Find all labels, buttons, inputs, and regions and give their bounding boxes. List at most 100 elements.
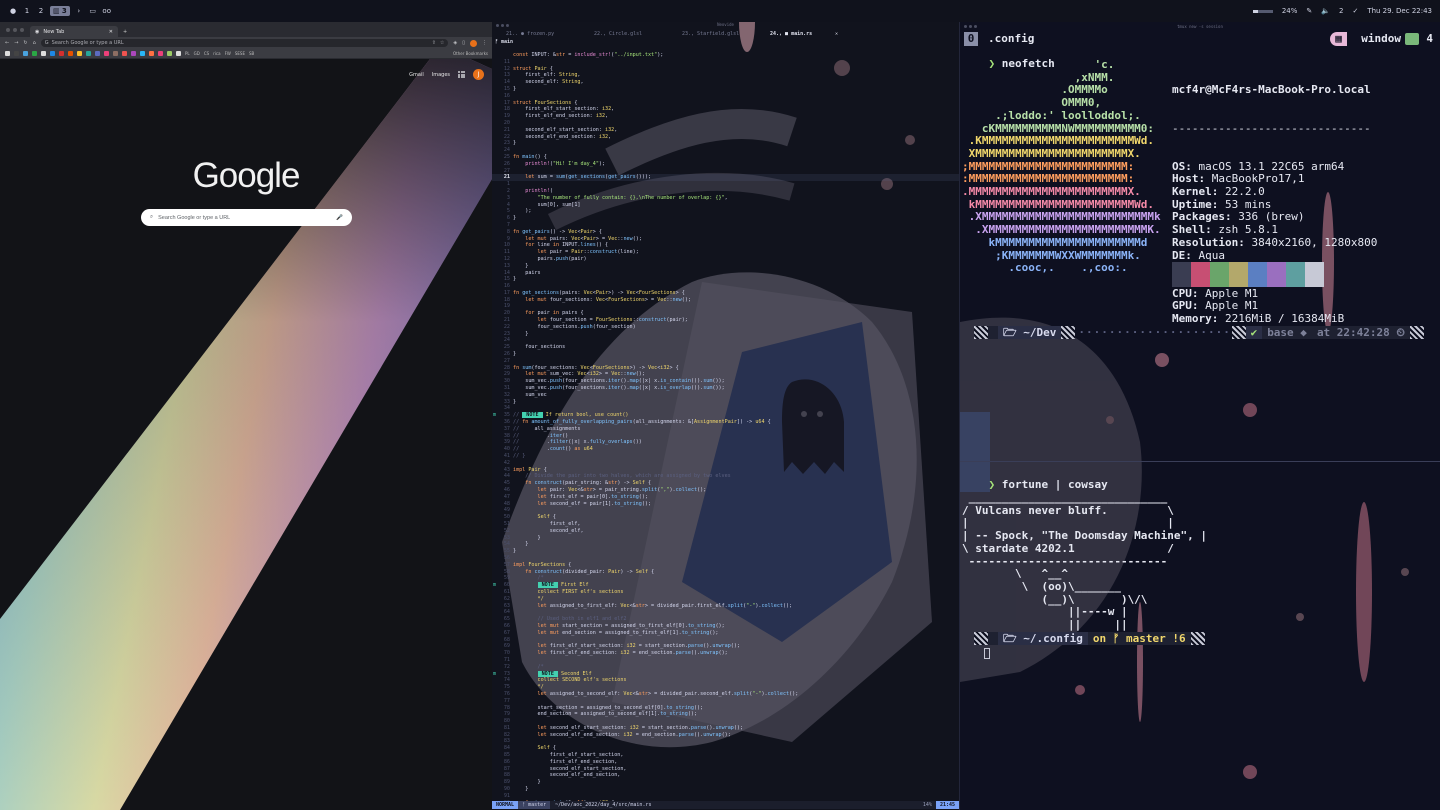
gmail-link[interactable]: Gmail [409,72,424,78]
bookmark-icon[interactable] [32,51,37,56]
code-line[interactable]: 49 [492,507,959,514]
code-line[interactable]: 22 second_elf_end_section: i32, [492,134,959,141]
code-line[interactable]: 71 [492,657,959,664]
code-line[interactable]: 91 [492,793,959,800]
code-line[interactable]: 73 m NOTE Second Elf [492,670,959,678]
code-line[interactable]: 56 [492,555,959,562]
code-line[interactable]: 34 [492,405,959,412]
code-line[interactable]: 85 first_elf_start_section, [492,752,959,759]
code-line[interactable]: 14 pairs [492,270,959,277]
code-line[interactable]: 30 sum_vec.push(four_sections.iter().map… [492,378,959,385]
bookmark-icon[interactable] [23,51,28,56]
code-line[interactable]: 5 ); [492,208,959,215]
code-line[interactable]: 33} [492,399,959,406]
bookmark-icon[interactable] [86,51,91,56]
code-line[interactable]: 23} [492,140,959,147]
bookmark-gd[interactable]: GD [194,51,200,56]
code-line[interactable]: 26 println!("Hi! I'm day_4"); [492,161,959,168]
bookmark-icon[interactable] [68,51,73,56]
code-line[interactable]: 74 collect SECOND elf's sections [492,677,959,684]
code-line[interactable]: 24 [492,147,959,154]
code-line[interactable]: 23 } [492,331,959,338]
code-line[interactable]: 12 struct Pair { [492,66,959,73]
code-line[interactable]: 65 // Used both in elf1 and elf2 [492,616,959,623]
profile-avatar[interactable] [470,39,477,47]
bookmark-icon[interactable] [113,51,118,56]
code-line[interactable]: 27 [492,168,959,175]
code-line[interactable]: 72 /* [492,664,959,671]
code-line[interactable]: 21 second_elf_start_section: i32, [492,127,959,134]
zoom-window-button[interactable] [506,24,509,27]
reload-icon[interactable]: ↻ [23,40,27,46]
menu-icon[interactable]: ⋮ [482,40,487,46]
bookmark-icon[interactable] [14,51,19,56]
code-line[interactable]: 79 end_section = assigned_to_second_elf[… [492,711,959,718]
microphone-icon[interactable]: 🎤 [336,215,343,221]
bookmark-icon[interactable] [131,51,136,56]
code-line[interactable]: 25 fn main() { [492,154,959,161]
code-line[interactable]: 31 sum_vec.push(four_sections.iter().map… [492,385,959,392]
minimize-window-button[interactable] [13,28,17,32]
bookmark-icon[interactable] [176,51,181,56]
bookmark-icon[interactable] [5,51,10,56]
editor-tab-starfield[interactable]: 23., Starfield.glsl [668,30,756,39]
minimize-window-button[interactable] [501,24,504,27]
code-line[interactable]: 1 [492,181,959,188]
tmux-window-index[interactable]: 0 [964,32,978,46]
code-line[interactable]: 84 Self { [492,745,959,752]
extension-icon[interactable]: ◈ [453,40,457,46]
code-line[interactable]: 32 sum_vec [492,392,959,399]
code-line[interactable]: 15} [492,86,959,93]
new-tab-button[interactable]: + [118,29,127,37]
code-line[interactable]: 11 [492,59,959,66]
code-line[interactable]: 19 [492,303,959,310]
code-line[interactable]: 52 second_elf, [492,528,959,535]
close-window-button[interactable] [964,25,967,28]
bookmark-sb[interactable]: SB [249,51,254,56]
code-line[interactable]: 75 */ [492,684,959,691]
code-line[interactable]: 42 [492,460,959,467]
pen-icon[interactable]: ✎ [1306,7,1312,15]
code-line[interactable]: 17 struct FourSections { [492,100,959,107]
code-line[interactable]: 58 fn construct(divided_pair: Pair) -> S… [492,569,959,576]
code-line[interactable]: 51 first_elf, [492,521,959,528]
code-line[interactable]: 69 let first_elf_start_section: i32 = st… [492,643,959,650]
code-line[interactable]: 12 pairs.push(pair) [492,256,959,263]
code-line[interactable]: 37// all_assignments [492,426,959,433]
bookmark-icon[interactable] [167,51,172,56]
code-line[interactable]: 48 let second_elf = pair[1].to_string(); [492,501,959,508]
code-line[interactable]: 20 [492,120,959,127]
code-line[interactable]: 39// .filter(|x| x.fully_overlaps()) [492,439,959,446]
code-line[interactable]: 26} [492,351,959,358]
apps-grid-icon[interactable] [458,71,465,78]
code-line[interactable]: 4 sum[0], sum[1] [492,202,959,209]
code-line[interactable]: 22 four_sections.push(four_section) [492,324,959,331]
code-line[interactable]: 66 let mut start_section = assigned_to_f… [492,623,959,630]
bookmark-rica[interactable]: rica [213,51,220,56]
home-icon[interactable]: ⌂ [33,40,36,46]
browser-tab[interactable]: ◉ New Tab ✕ [30,26,118,37]
code-line[interactable]: 11 let pair = Pair::construct(line); [492,249,959,256]
code-line[interactable]: 16 [492,93,959,100]
code-line[interactable]: 21 let four_section = FourSections::cons… [492,317,959,324]
code-line[interactable]: 28 fn sum(four_sections: Vec<FourSections… [492,365,959,372]
code-line[interactable]: 35 m // NOTE If return bool, use count() [492,412,959,419]
bookmark-icon[interactable] [140,51,145,56]
code-line[interactable]: 60 m NOTE First Elf [492,582,959,589]
code-line[interactable]: 81 let second_elf_start_section: i32 = s… [492,725,959,732]
forward-icon[interactable]: → [14,40,18,46]
editor-tab-circle[interactable]: 22., Circle.glsl [580,30,668,39]
volume-icon[interactable]: 🔈 [1321,7,1330,15]
tmux-pane-divider[interactable] [960,461,1440,462]
bookmark-icon[interactable] [77,51,82,56]
code-line[interactable]: 17 fn get_sections(pairs: Vec<Pair>) -> V… [492,290,959,297]
code-line[interactable]: 40// .count() as u64 [492,446,959,453]
code-line[interactable]: 19 first_elf_end_section: i32, [492,113,959,120]
code-line[interactable]: 61 collect FIRST elf's sections [492,589,959,596]
code-line[interactable]: 18 let mut four_sections: Vec<FourSectio… [492,297,959,304]
code-line[interactable]: 6} [492,215,959,222]
workspace-1[interactable]: 1 [22,6,32,16]
code-line[interactable]: 41// } [492,453,959,460]
star-icon[interactable]: ☆ [440,40,444,46]
back-icon[interactable]: ← [5,40,9,46]
